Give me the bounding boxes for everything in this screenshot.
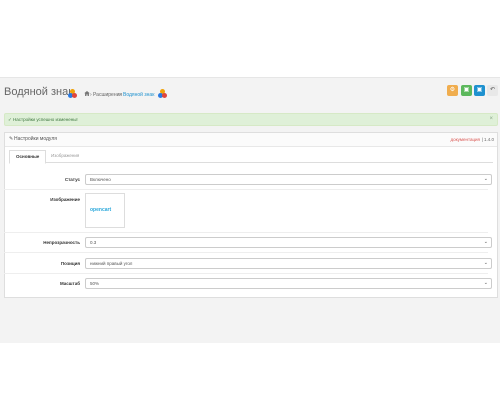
position-label: Позиция: [60, 261, 80, 266]
opacity-select[interactable]: 0.3 ⌄: [85, 237, 492, 248]
position-select[interactable]: нижний правый угол ⌄: [85, 258, 492, 269]
scale-select[interactable]: 50% ⌄: [85, 278, 492, 289]
close-icon[interactable]: ×: [489, 114, 493, 125]
back-icon: ↶: [489, 87, 496, 93]
position-value: нижний правый угол: [90, 261, 133, 266]
save-icon: ▣: [463, 87, 470, 93]
tab-general[interactable]: Основные: [9, 150, 47, 164]
opacity-label: Непрозрачность: [43, 240, 80, 245]
chevron-down-icon: ⌄: [483, 176, 488, 182]
documentation-link[interactable]: документация: [451, 137, 480, 142]
breadcrumb-separator: ›: [119, 92, 121, 98]
settings-button[interactable]: ⚙: [447, 85, 458, 96]
row-divider: [4, 273, 488, 274]
save-close-icon: ▣: [476, 87, 483, 93]
extension-logo-icon: [158, 89, 168, 99]
back-button[interactable]: ↶: [487, 85, 498, 96]
status-value: Включено: [90, 177, 111, 182]
chevron-down-icon: ⌄: [483, 239, 488, 245]
gear-icon: ⚙: [449, 87, 456, 93]
alert-text: Настройки успешно изменены!: [13, 117, 78, 122]
page-title: Водяной знак: [4, 86, 74, 98]
opacity-value: 0.3: [90, 240, 97, 245]
version-label: | 1.4.0: [481, 137, 494, 142]
tab-bar: Основные Изображения: [9, 150, 493, 164]
chevron-down-icon: ⌄: [483, 280, 488, 286]
status-select[interactable]: Включено ⌄: [85, 174, 492, 185]
opencart-logo: opencart: [90, 207, 112, 213]
image-thumbnail[interactable]: opencart: [85, 193, 125, 228]
row-divider: [4, 189, 488, 190]
scale-label: Масштаб: [59, 281, 80, 286]
panel-title: Настройки модуля: [14, 136, 57, 142]
pencil-icon: ✎: [9, 136, 14, 142]
extension-logo-icon: [68, 89, 78, 99]
success-alert: ✓ Настройки успешно изменены! ×: [4, 113, 498, 126]
chevron-down-icon: ⌄: [483, 260, 488, 266]
breadcrumb-separator: ›: [90, 92, 92, 98]
panel-heading: ✎ Настройки модуля документация | 1.4.0: [5, 133, 497, 147]
check-circle-icon: ✓: [8, 117, 12, 122]
tab-images[interactable]: Изображения: [45, 150, 85, 162]
save-button[interactable]: ▣: [461, 85, 472, 96]
row-divider: [4, 252, 488, 253]
row-divider: [4, 232, 488, 233]
image-label: Изображение: [50, 197, 80, 202]
scale-value: 50%: [90, 281, 100, 286]
breadcrumb-extensions[interactable]: Расширения: [93, 92, 122, 98]
breadcrumb-watermark[interactable]: Водяной знак: [123, 92, 154, 98]
save-close-button[interactable]: ▣: [474, 85, 485, 96]
status-label: Статус: [64, 177, 80, 182]
